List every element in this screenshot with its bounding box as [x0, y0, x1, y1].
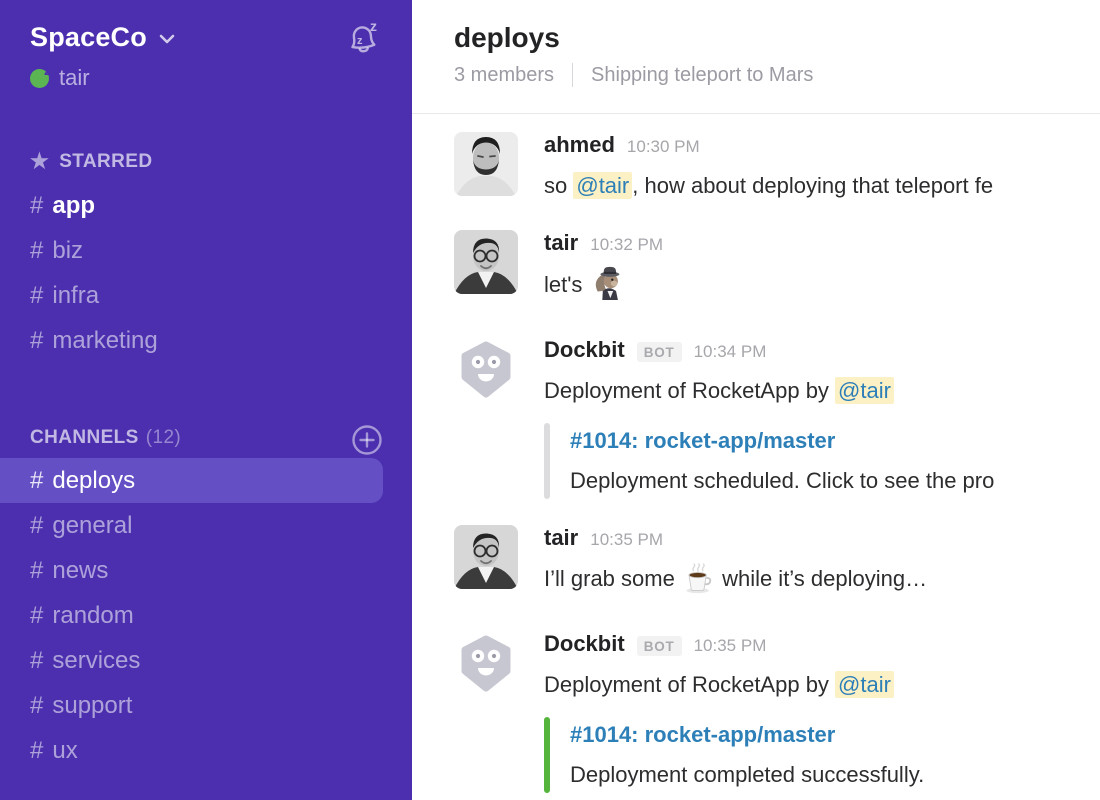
message-text: Deployment of RocketApp by @tair	[544, 667, 924, 703]
starred-channel-list: #app #biz #infra #marketing	[0, 183, 412, 363]
channels-title: CHANNELS	[30, 427, 139, 449]
main-content: deploys 3 members Shipping teleport to M…	[412, 0, 1100, 800]
svg-text:z: z	[357, 35, 363, 47]
message-tair-1032: tair 10:32 PM let's	[454, 230, 1100, 311]
channel-hash: #	[30, 647, 43, 674]
meta-divider	[572, 63, 573, 87]
message-username[interactable]: tair	[544, 230, 578, 256]
svg-text:z: z	[370, 18, 377, 34]
members-count[interactable]: 3 members	[454, 64, 554, 87]
deployment-attachment-scheduled: #1014: rocket-app/master Deployment sche…	[544, 423, 994, 499]
sidebar-item-marketing[interactable]: #marketing	[0, 318, 412, 363]
message-username[interactable]: Dockbit	[544, 337, 625, 363]
sidebar-item-general[interactable]: #general	[0, 503, 412, 548]
sidebar-item-app[interactable]: #app	[0, 183, 412, 228]
message-username[interactable]: ahmed	[544, 132, 615, 158]
deployment-attachment-completed: #1014: rocket-app/master Deployment comp…	[544, 717, 924, 793]
message-tair-1035: tair 10:35 PM I’ll grab some while it’s …	[454, 525, 1100, 605]
avatar-tair[interactable]	[454, 525, 518, 589]
starred-section-header: ★ STARRED	[0, 149, 412, 174]
workspace-name[interactable]: SpaceCo	[30, 22, 147, 53]
deployment-status-text: Deployment completed successfully.	[570, 757, 924, 793]
channel-header: deploys 3 members Shipping teleport to M…	[412, 0, 1100, 114]
message-text: I’ll grab some while it’s deploying…	[544, 561, 927, 605]
message-dockbit-1034: Dockbit BOT 10:34 PM Deployment of Rocke…	[454, 337, 1100, 499]
avatar-ahmed[interactable]	[454, 132, 518, 196]
presence-snooze-icon	[30, 69, 49, 88]
message-content: Dockbit BOT 10:35 PM Deployment of Rocke…	[544, 631, 924, 793]
attachment-bar	[544, 423, 550, 499]
workspace-header[interactable]: SpaceCo z z	[0, 0, 412, 53]
sidebar-item-biz[interactable]: #biz	[0, 228, 412, 273]
deployment-link[interactable]: #1014: rocket-app/master	[570, 423, 994, 459]
sidebar-item-random[interactable]: #random	[0, 593, 412, 638]
notifications-snooze-bell-icon[interactable]: z z	[342, 18, 382, 63]
channel-meta: 3 members Shipping teleport to Mars	[454, 63, 1100, 87]
channel-list: #deploys #general #news #random #service…	[0, 458, 412, 773]
channel-hash: #	[30, 192, 43, 219]
channel-hash: #	[30, 692, 43, 719]
attachment-bar	[544, 717, 550, 793]
page-title: deploys	[454, 22, 1100, 54]
channel-hash: #	[30, 557, 43, 584]
mention-tair[interactable]: @tair	[835, 377, 894, 404]
channel-hash: #	[30, 327, 43, 354]
message-timestamp[interactable]: 10:30 PM	[627, 137, 700, 157]
sidebar-item-support[interactable]: #support	[0, 683, 412, 728]
message-list: ahmed 10:30 PM so @tair, how about deplo…	[412, 114, 1100, 793]
channels-section-header: CHANNELS (12)	[0, 427, 412, 449]
message-content: tair 10:32 PM let's	[544, 230, 663, 311]
channels-count: (12)	[146, 427, 181, 449]
message-timestamp[interactable]: 10:34 PM	[694, 342, 767, 362]
message-username[interactable]: Dockbit	[544, 631, 625, 657]
channel-hash: #	[30, 282, 43, 309]
star-icon: ★	[30, 149, 49, 174]
message-text: let's	[544, 266, 663, 311]
bot-badge: BOT	[637, 636, 682, 656]
avatar-tair[interactable]	[454, 230, 518, 294]
add-channel-icon[interactable]	[350, 423, 384, 463]
deployment-status-text: Deployment scheduled. Click to see the p…	[570, 463, 994, 499]
message-dockbit-1035: Dockbit BOT 10:35 PM Deployment of Rocke…	[454, 631, 1100, 793]
channel-hash: #	[30, 512, 43, 539]
message-text: so @tair, how about deploying that telep…	[544, 168, 993, 204]
sidebar-item-ux[interactable]: #ux	[0, 728, 412, 773]
message-timestamp[interactable]: 10:35 PM	[590, 530, 663, 550]
channel-hash: #	[30, 602, 43, 629]
sidebar-item-infra[interactable]: #infra	[0, 273, 412, 318]
message-timestamp[interactable]: 10:32 PM	[590, 235, 663, 255]
message-username[interactable]: tair	[544, 525, 578, 551]
coffee-emoji	[683, 563, 714, 605]
message-content: Dockbit BOT 10:34 PM Deployment of Rocke…	[544, 337, 994, 499]
channel-topic[interactable]: Shipping teleport to Mars	[591, 64, 813, 87]
message-content: ahmed 10:30 PM so @tair, how about deplo…	[544, 132, 993, 204]
current-user-name: tair	[59, 65, 90, 91]
message-timestamp[interactable]: 10:35 PM	[694, 636, 767, 656]
message-ahmed-1030: ahmed 10:30 PM so @tair, how about deplo…	[454, 132, 1100, 204]
sidebar-item-deploys[interactable]: #deploys	[0, 458, 383, 503]
chevron-down-icon	[159, 32, 175, 50]
slack-app: SpaceCo z z tair ★ STARRED	[0, 0, 1100, 800]
mention-tair[interactable]: @tair	[835, 671, 894, 698]
channel-hash: #	[30, 237, 43, 264]
starred-title: STARRED	[59, 151, 152, 173]
channel-hash: #	[30, 737, 43, 764]
sidebar-item-news[interactable]: #news	[0, 548, 412, 593]
avatar-dockbit-bot[interactable]	[454, 337, 518, 401]
sidebar: SpaceCo z z tair ★ STARRED	[0, 0, 412, 800]
bot-badge: BOT	[637, 342, 682, 362]
sidebar-item-services[interactable]: #services	[0, 638, 412, 683]
deployment-link[interactable]: #1014: rocket-app/master	[570, 717, 924, 753]
mention-tair[interactable]: @tair	[573, 172, 632, 199]
message-content: tair 10:35 PM I’ll grab some while it’s …	[544, 525, 927, 605]
avatar-dockbit-bot[interactable]	[454, 631, 518, 695]
message-text: Deployment of RocketApp by @tair	[544, 373, 994, 409]
channel-hash: #	[30, 467, 43, 494]
ship-it-squirrel-emoji	[591, 266, 625, 311]
